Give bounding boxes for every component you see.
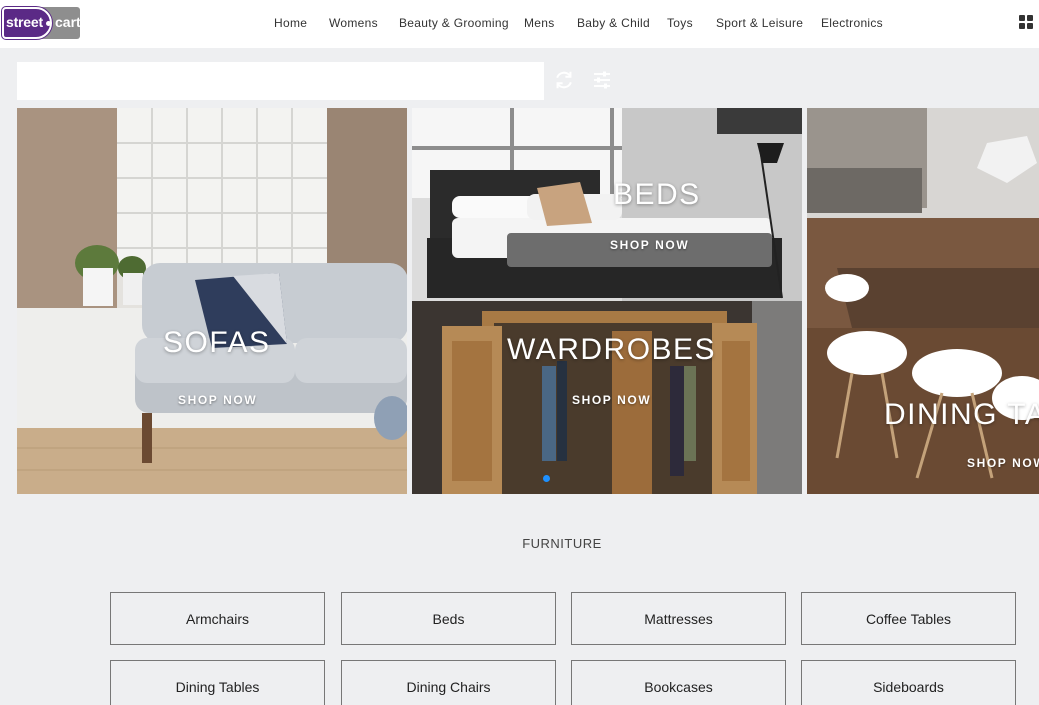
nav-item-toys[interactable]: Toys — [667, 16, 693, 30]
banner-dining-tables[interactable]: DINING TA SHOP NOW — [807, 108, 1039, 494]
nav-item-mens[interactable]: Mens — [524, 16, 555, 30]
grid-menu-icon[interactable] — [1019, 15, 1033, 29]
banner-title-wardrobes: WARDROBES — [507, 333, 717, 366]
category-coffee-tables-button[interactable]: Coffee Tables — [801, 592, 1016, 645]
banner-wardrobes[interactable]: WARDROBES SHOP NOW — [412, 301, 802, 494]
banner-sofas[interactable]: SOFAS SHOP NOW — [17, 108, 407, 494]
nav-item-sport-leisure[interactable]: Sport & Leisure — [716, 16, 803, 30]
carousel-dot-active[interactable] — [543, 475, 550, 482]
logo-text-cart: cart — [55, 14, 81, 30]
category-dining-chairs-button[interactable]: Dining Chairs — [341, 660, 556, 705]
dining-image — [807, 108, 1039, 494]
category-mattresses-button[interactable]: Mattresses — [571, 592, 786, 645]
street-cart-logo[interactable]: street cart — [2, 7, 81, 39]
sofa-image — [17, 108, 407, 494]
nav-item-home[interactable]: Home — [274, 16, 307, 30]
section-title-furniture: FURNITURE — [522, 536, 602, 551]
category-bookcases-button[interactable]: Bookcases — [571, 660, 786, 705]
nav-item-baby-child[interactable]: Baby & Child — [577, 16, 650, 30]
search-input[interactable] — [17, 62, 544, 100]
nav-item-womens[interactable]: Womens — [329, 16, 378, 30]
category-dining-tables-button[interactable]: Dining Tables — [110, 660, 325, 705]
banner-title-dining-tables: DINING TA — [884, 398, 1039, 431]
shop-now-beds-link[interactable]: SHOP NOW — [610, 238, 689, 252]
category-beds-button[interactable]: Beds — [341, 592, 556, 645]
banner-title-sofas: SOFAS — [163, 326, 271, 359]
nav-item-electronics[interactable]: Electronics — [821, 16, 883, 30]
nav-item-beauty-grooming[interactable]: Beauty & Grooming — [399, 16, 509, 30]
category-sideboards-button[interactable]: Sideboards — [801, 660, 1016, 705]
bed-image — [412, 108, 802, 301]
banner-beds[interactable]: BEDS SHOP NOW — [412, 108, 802, 301]
shop-now-wardrobes-link[interactable]: SHOP NOW — [572, 393, 651, 407]
filter-sliders-icon[interactable] — [591, 70, 613, 90]
category-armchairs-button[interactable]: Armchairs — [110, 592, 325, 645]
logo-text-street: street — [6, 14, 43, 30]
banner-title-beds: BEDS — [613, 178, 701, 211]
shop-now-sofas-link[interactable]: SHOP NOW — [178, 393, 257, 407]
top-navigation-bar: street cart Home Womens Beauty & Groomin… — [0, 0, 1039, 48]
shop-now-dining-link[interactable]: SHOP NOW — [967, 456, 1039, 470]
refresh-icon[interactable] — [553, 69, 575, 91]
